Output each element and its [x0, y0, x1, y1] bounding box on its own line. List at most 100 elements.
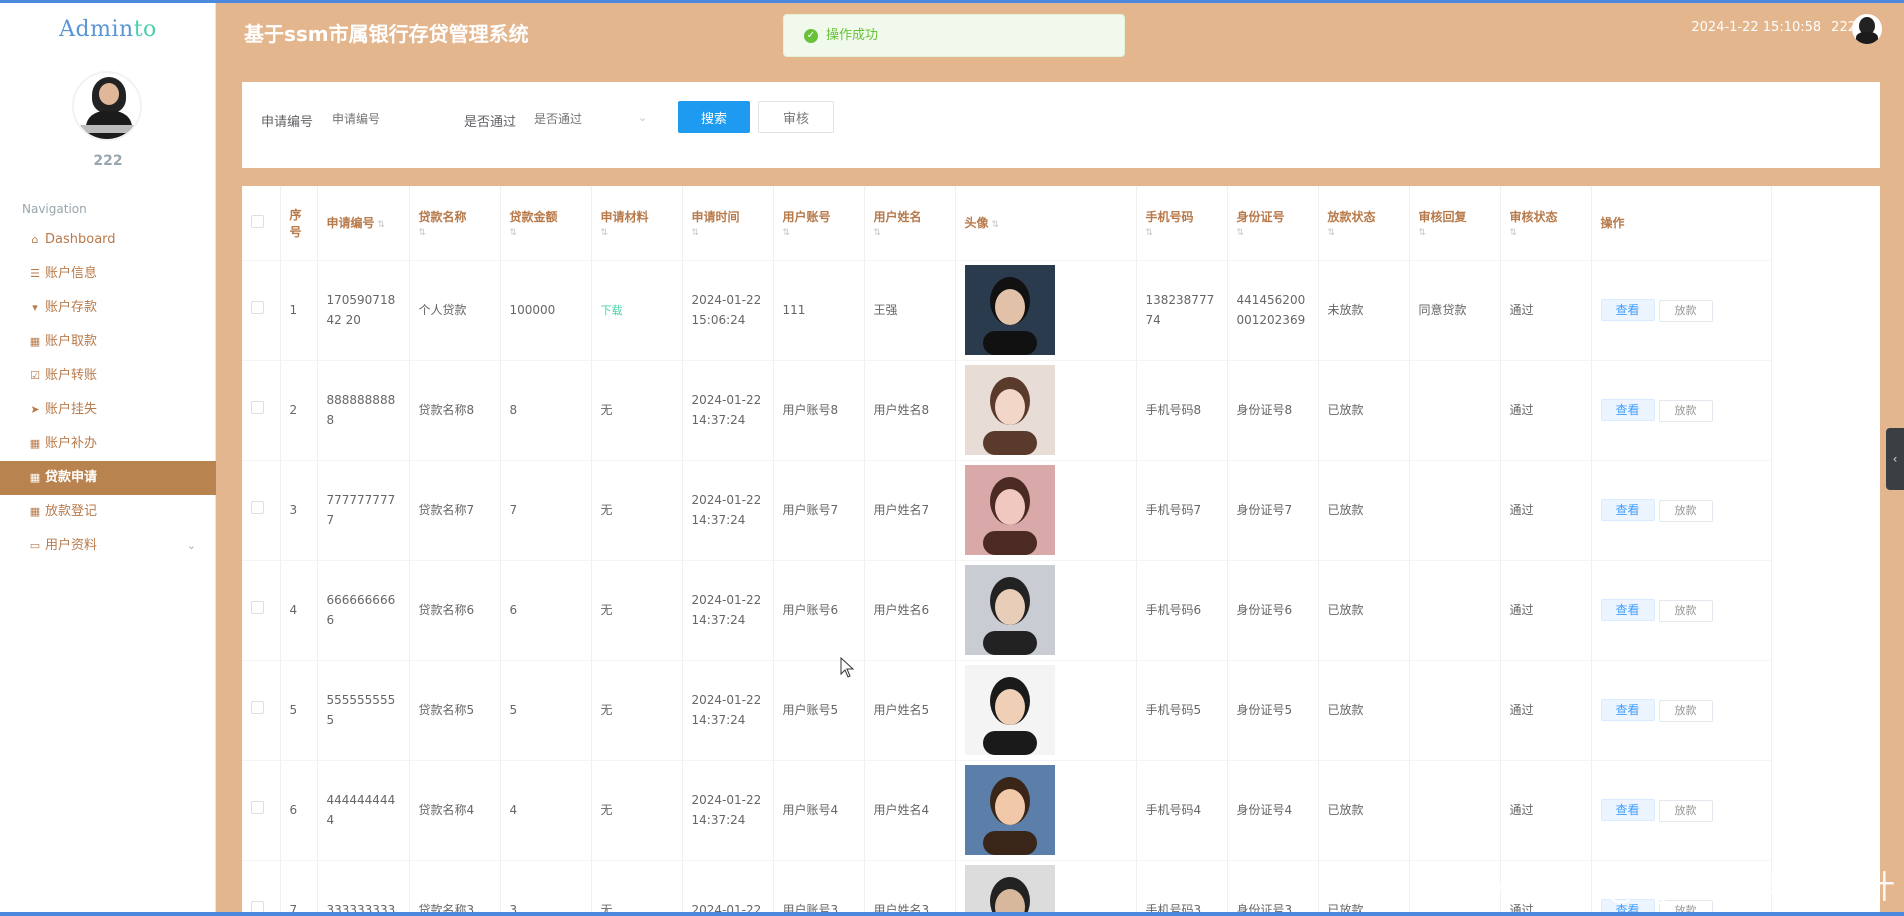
- sort-icon[interactable]: ⇅: [1510, 228, 1582, 238]
- cell-account: 用户账号6: [773, 560, 865, 661]
- view-button[interactable]: 查看: [1600, 498, 1655, 521]
- sidebar-username: 222: [93, 153, 123, 169]
- release-button[interactable]: 放款: [1658, 599, 1713, 622]
- view-button[interactable]: 查看: [1600, 698, 1655, 721]
- grid-icon: ▦: [29, 335, 41, 348]
- col-header[interactable]: 放款状态 ⇅: [1318, 186, 1410, 261]
- cell-reply: [1409, 760, 1501, 861]
- col-header[interactable]: 贷款名称 ⇅: [409, 186, 501, 261]
- sidebar-item-transfer[interactable]: ☑ 账户转账: [0, 359, 216, 393]
- sort-icon[interactable]: ⇅: [510, 228, 582, 238]
- download-link[interactable]: 下载: [601, 304, 623, 317]
- col-header[interactable]: 审核状态 ⇅: [1500, 186, 1592, 261]
- release-button[interactable]: 放款: [1658, 399, 1713, 422]
- cell-app-no: 8888888888: [317, 360, 410, 461]
- avatar-cell: [955, 560, 1137, 661]
- sort-icon[interactable]: ⇅: [874, 228, 946, 238]
- view-button[interactable]: 查看: [1600, 298, 1655, 321]
- table-row: 2 8888888888 贷款名称8 8 无 2024-01-22 14:37:24 用户账…: [242, 360, 1772, 461]
- search-button[interactable]: 搜索: [678, 101, 750, 133]
- table-row: 4 6666666666 贷款名称6 6 无 2024-01-22 14:37:24 用户账…: [242, 560, 1772, 661]
- sidebar-item-report-loss[interactable]: ➤ 账户挂失: [0, 393, 216, 427]
- collapse-panel-tab[interactable]: ‹: [1886, 428, 1904, 490]
- sidebar-item-reissue[interactable]: ▦ 账户补办: [0, 427, 216, 461]
- col-header[interactable]: 贷款金额 ⇅: [500, 186, 592, 261]
- cell-no: 3: [280, 460, 318, 561]
- sidebar-item-loan-apply[interactable]: ▦ 贷款申请: [0, 461, 216, 495]
- sidebar-item-user-profile[interactable]: ▭ 用户资料 ⌄: [0, 529, 216, 563]
- user-avatar-image[interactable]: [964, 765, 1055, 855]
- sort-icon[interactable]: ⇅: [1328, 228, 1400, 238]
- row-checkbox[interactable]: [251, 601, 264, 614]
- sort-icon[interactable]: ⇅: [378, 220, 386, 230]
- sort-icon[interactable]: ⇅: [692, 228, 764, 238]
- sort-icon[interactable]: ⇅: [1146, 228, 1218, 238]
- row-checkbox[interactable]: [251, 801, 264, 814]
- sort-icon[interactable]: ⇅: [601, 228, 673, 238]
- view-button[interactable]: 查看: [1600, 798, 1655, 821]
- sliders-icon: ☰: [30, 267, 40, 280]
- sidebar: Adminto 222 Navigation ⌂ Dashboard ☰ 账户信息 …: [0, 3, 216, 916]
- col-header[interactable]: 身份证号 ⇅: [1227, 186, 1319, 261]
- col-header[interactable]: 申请时间 ⇅: [682, 186, 774, 261]
- col-header[interactable]: 审核回复 ⇅: [1409, 186, 1501, 261]
- row-checkbox[interactable]: [251, 401, 264, 414]
- cell-status: 通过: [1500, 760, 1592, 861]
- cell-name: 用户姓名5: [864, 660, 956, 761]
- user-avatar-image[interactable]: [964, 465, 1055, 555]
- col-header[interactable]: 头像 ⇅: [955, 186, 1137, 261]
- col-header[interactable]: 申请编号 ⇅: [317, 186, 410, 261]
- release-button[interactable]: 放款: [1658, 799, 1713, 822]
- col-header[interactable]: 用户姓名 ⇅: [864, 186, 956, 261]
- avatar-cell: [955, 760, 1137, 861]
- cell-name: 用户姓名3: [864, 860, 956, 916]
- select-all-checkbox[interactable]: [251, 214, 264, 228]
- sidebar-item-loan-release[interactable]: ▦ 放款登记: [0, 495, 216, 529]
- col-header: 序号: [280, 186, 318, 261]
- material-cell: 下载: [591, 260, 683, 361]
- user-avatar-image[interactable]: [964, 265, 1055, 355]
- sidebar-avatar[interactable]: [72, 71, 142, 141]
- row-select-cell: [242, 860, 281, 916]
- release-button[interactable]: 放款: [1658, 499, 1713, 522]
- header-avatar[interactable]: [1852, 14, 1882, 44]
- col-header[interactable]: 用户账号 ⇅: [773, 186, 865, 261]
- sidebar-item-dashboard[interactable]: ⌂ Dashboard: [0, 223, 216, 257]
- cell-name: 用户姓名4: [864, 760, 956, 861]
- cell-status: 通过: [1500, 260, 1592, 361]
- sort-icon[interactable]: ⇅: [1237, 228, 1309, 238]
- sidebar-item-account-info[interactable]: ☰ 账户信息: [0, 257, 216, 291]
- user-avatar-image[interactable]: [964, 365, 1055, 455]
- col-header[interactable]: 手机号码 ⇅: [1136, 186, 1228, 261]
- view-button[interactable]: 查看: [1600, 398, 1655, 421]
- user-avatar-image[interactable]: [964, 565, 1055, 655]
- cell-app-no: 4444444444: [317, 760, 410, 861]
- cell-reply: [1409, 860, 1501, 916]
- approved-select[interactable]: [526, 102, 626, 136]
- cell-time: 2024-01-22 14:37:24: [682, 560, 774, 661]
- user-avatar-image[interactable]: [964, 665, 1055, 755]
- release-button[interactable]: 放款: [1658, 699, 1713, 722]
- sort-icon[interactable]: ⇅: [1419, 228, 1491, 238]
- cell-amount: 3: [500, 860, 592, 916]
- app-no-input[interactable]: [324, 102, 434, 136]
- header-user-info: 2024-1-22 15:10:58 222: [1681, 20, 1856, 35]
- sort-icon[interactable]: ⇅: [419, 228, 491, 238]
- app-logo[interactable]: Adminto: [0, 17, 216, 42]
- row-checkbox[interactable]: [251, 301, 264, 314]
- cell-app-no: 7777777777: [317, 460, 410, 561]
- cell-material: 无: [591, 860, 683, 916]
- sidebar-item-deposit[interactable]: ▾ 账户存款: [0, 291, 216, 325]
- cell-release: 已放款: [1318, 360, 1410, 461]
- row-checkbox[interactable]: [251, 701, 264, 714]
- view-button[interactable]: 查看: [1600, 598, 1655, 621]
- row-checkbox[interactable]: [251, 501, 264, 514]
- user-avatar-image[interactable]: [964, 865, 1055, 916]
- release-button[interactable]: 放款: [1658, 299, 1713, 322]
- audit-button[interactable]: 审核: [758, 101, 834, 133]
- col-header[interactable]: 申请材料 ⇅: [591, 186, 683, 261]
- sidebar-item-withdraw[interactable]: ▦ 账户取款: [0, 325, 216, 359]
- sort-icon[interactable]: ⇅: [783, 228, 855, 238]
- sort-icon[interactable]: ⇅: [992, 220, 1000, 230]
- cell-account: 用户账号3: [773, 860, 865, 916]
